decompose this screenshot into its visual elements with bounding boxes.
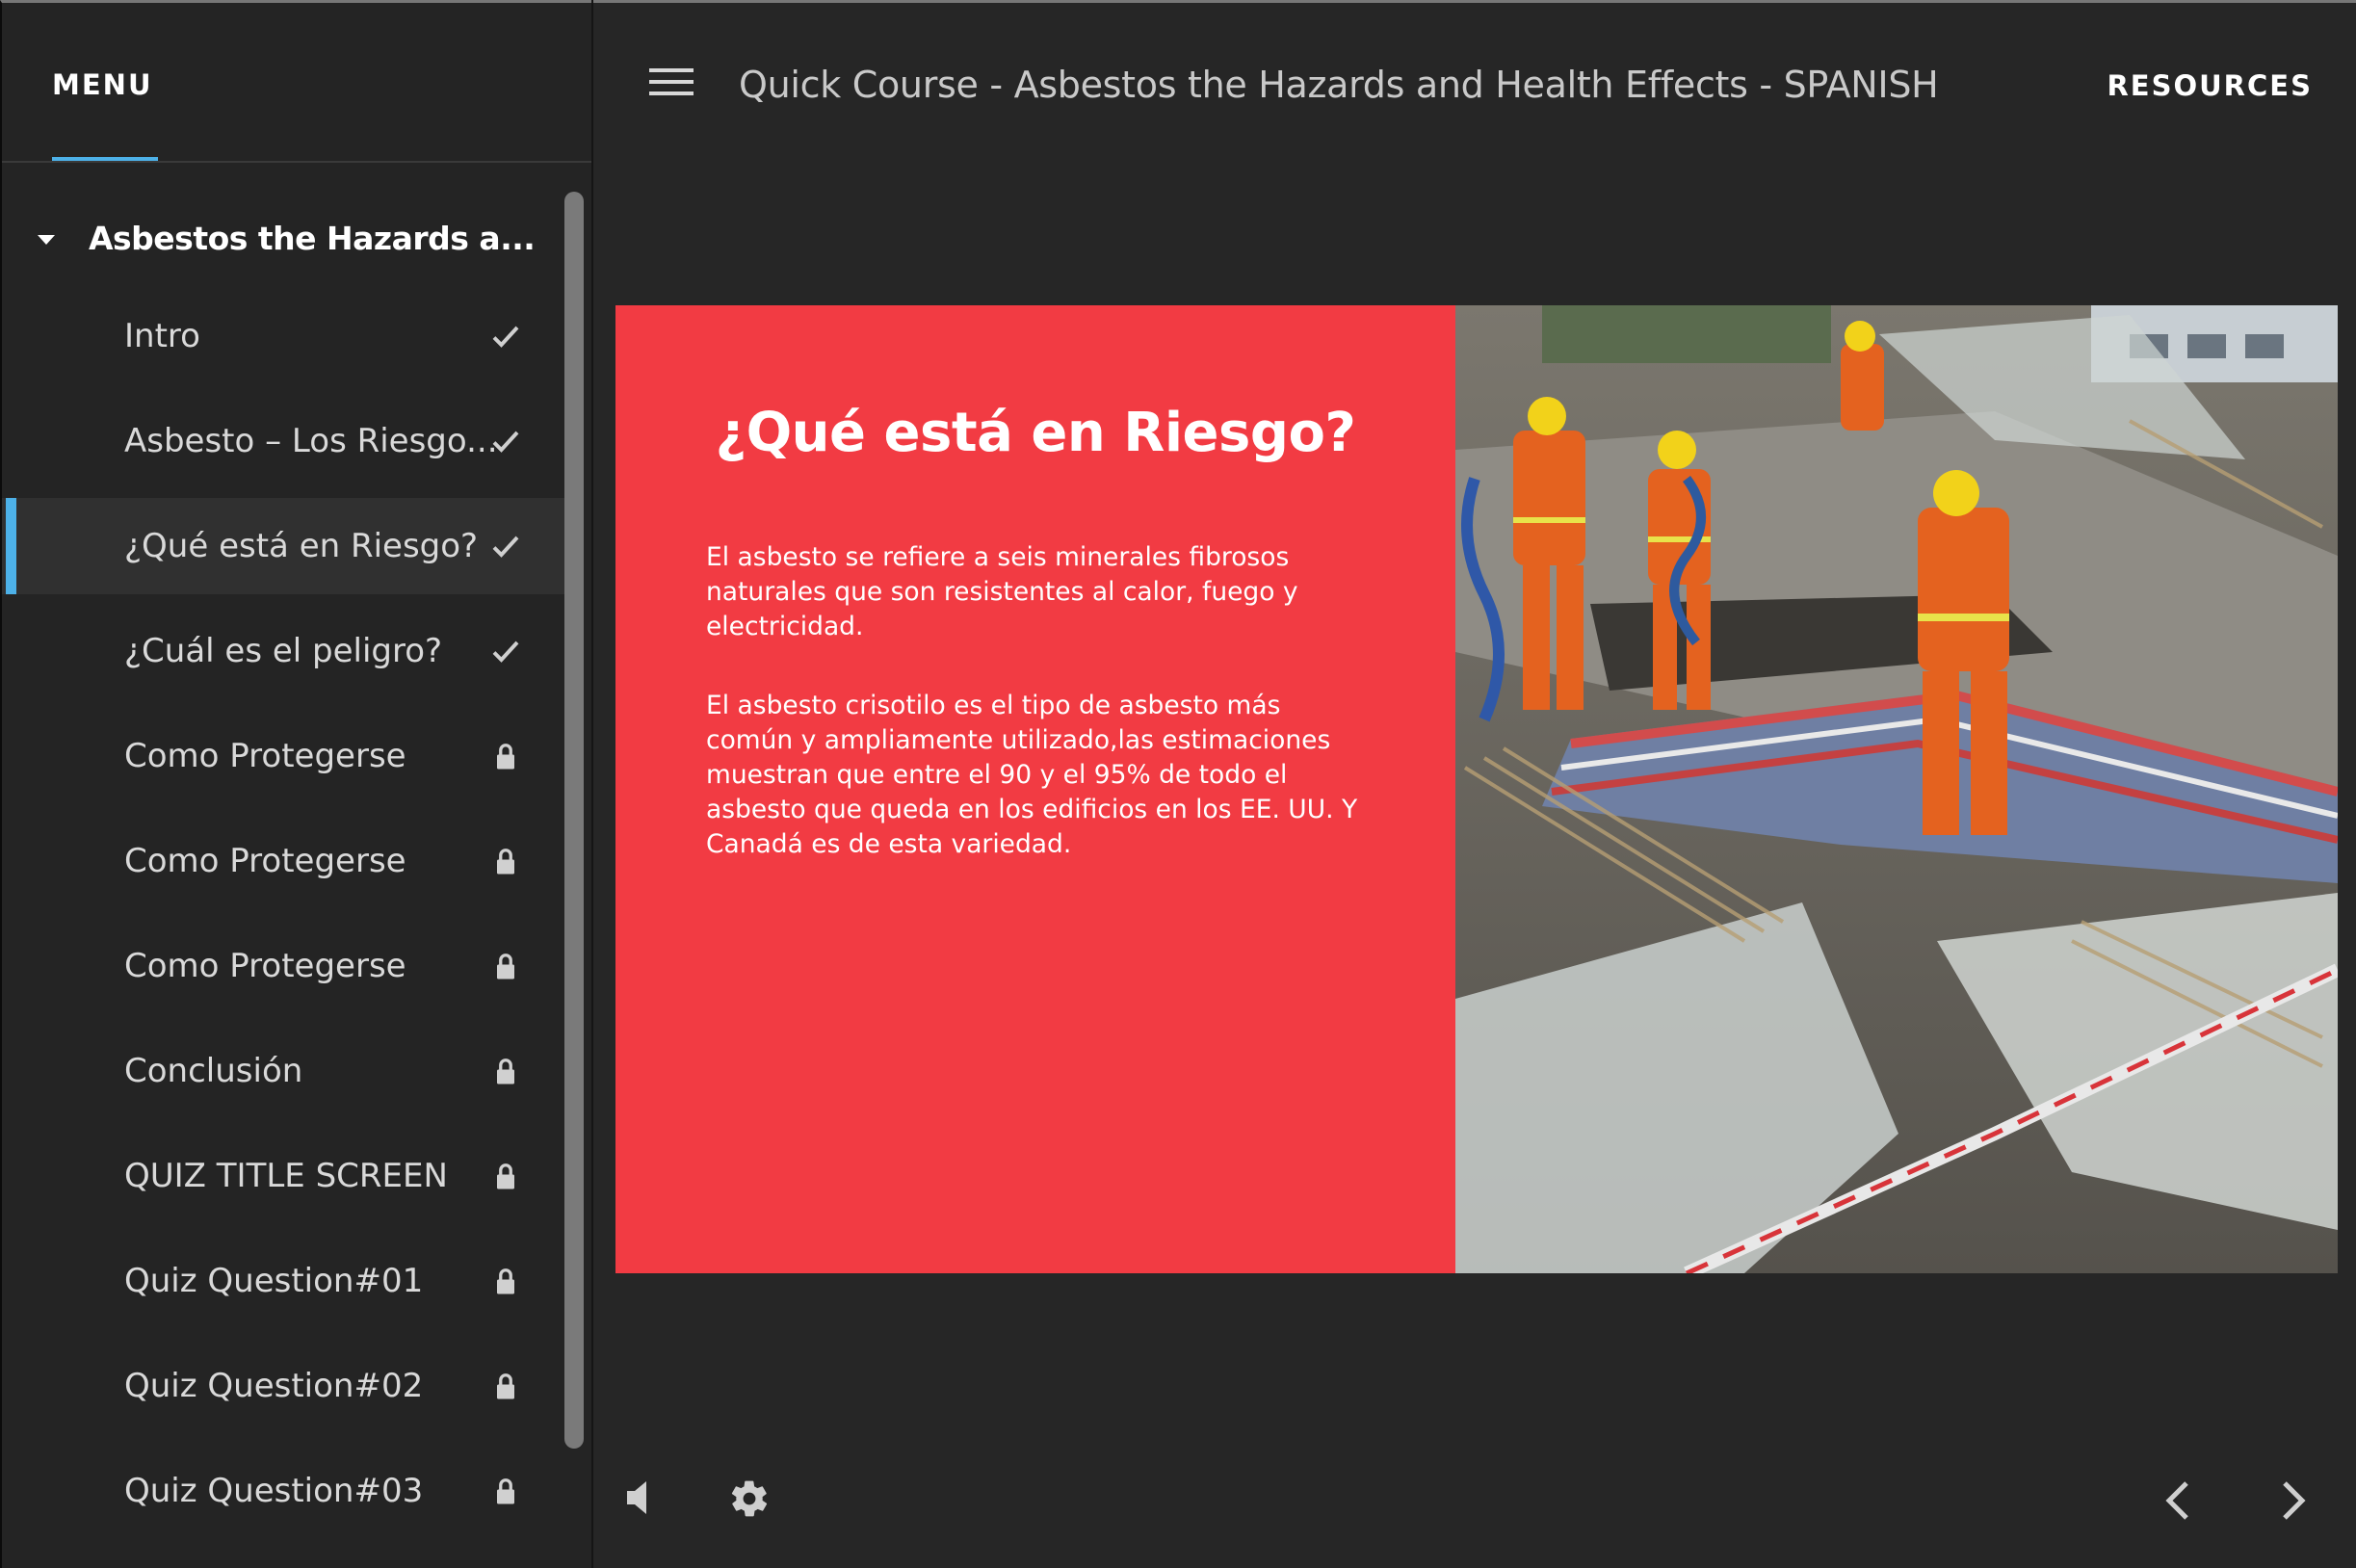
player-controls: [593, 1445, 2356, 1568]
section-title: Asbestos the Hazards a...: [89, 220, 536, 257]
checkmark-icon: [488, 319, 523, 353]
sidebar-divider: [591, 0, 593, 1568]
course-title: Quick Course - Asbestos the Hazards and …: [739, 64, 1939, 106]
menu-tab[interactable]: MENU: [52, 61, 153, 109]
section-toggle[interactable]: Asbestos the Hazards a...: [2, 210, 570, 268]
nav-item[interactable]: Como Protegerse: [2, 813, 565, 909]
nav-item[interactable]: ¿Cuál es el peligro?: [2, 603, 565, 699]
nav-item[interactable]: Quiz Question#03: [2, 1443, 565, 1539]
checkmark-icon: [488, 634, 523, 668]
nav-item[interactable]: Conclusión: [2, 1023, 565, 1119]
lock-icon: [488, 1369, 523, 1403]
slide-heading: ¿Qué está en Riesgo?: [715, 402, 1356, 464]
menu-divider: [2, 161, 592, 163]
slide-text-panel: ¿Qué está en Riesgo? El asbesto se refie…: [615, 305, 1455, 1273]
lock-icon: [488, 1159, 523, 1193]
nav-item[interactable]: ¿Qué está en Riesgo?: [2, 498, 565, 594]
nav-item-label: Como Protegerse: [124, 842, 406, 880]
sidebar-scrollbar[interactable]: [564, 192, 584, 1449]
nav-item-label: Intro: [124, 317, 200, 355]
checkmark-icon: [488, 424, 523, 458]
slide-content: ¿Qué está en Riesgo? El asbesto se refie…: [615, 305, 2338, 1273]
rescue-workers-photo: [1455, 305, 2338, 1273]
nav-item[interactable]: Quiz Question#02: [2, 1338, 565, 1434]
nav-item[interactable]: Quiz Question#01: [2, 1233, 565, 1329]
checkmark-icon: [488, 529, 523, 563]
lock-icon: [488, 1054, 523, 1088]
sidebar-menu: MENU Asbestos the Hazards a... Intro Asbe…: [0, 0, 592, 1568]
nav-item-label: Quiz Question#01: [124, 1262, 424, 1300]
lesson-list: Intro Asbesto – Los Riesgo... ¿Qué está en…: [2, 288, 565, 1548]
nav-item[interactable]: Asbesto – Los Riesgo...: [2, 393, 565, 489]
nav-item-label: ¿Cuál es el peligro?: [124, 632, 443, 670]
nav-item[interactable]: Como Protegerse: [2, 918, 565, 1014]
resources-button[interactable]: RESOURCES: [2107, 66, 2313, 105]
nav-item-label: Asbesto – Los Riesgo...: [124, 422, 498, 460]
slide-paragraph-2: El asbesto crisotilo es el tipo de asbes…: [706, 691, 1358, 859]
volume-icon[interactable]: [627, 1481, 650, 1514]
nav-item[interactable]: QUIZ TITLE SCREEN: [2, 1128, 565, 1224]
nav-item-label: ¿Qué está en Riesgo?: [124, 527, 479, 565]
top-bar: Quick Course - Asbestos the Hazards and …: [593, 0, 2356, 164]
nav-item-label: Quiz Question#03: [124, 1472, 424, 1510]
nav-item[interactable]: Como Protegerse: [2, 708, 565, 804]
nav-item-label: Como Protegerse: [124, 737, 406, 775]
caret-down-icon: [38, 235, 55, 245]
active-indicator: [6, 498, 16, 594]
slide-paragraph-1: El asbesto se refiere a seis minerales f…: [706, 542, 1298, 641]
nav-item-label: Como Protegerse: [124, 947, 406, 985]
lock-icon: [488, 739, 523, 773]
nav-item-label: QUIZ TITLE SCREEN: [124, 1157, 448, 1195]
nav-item-label: Quiz Question#02: [124, 1367, 424, 1405]
lock-icon: [488, 844, 523, 878]
chevron-right-icon[interactable]: [2279, 1479, 2308, 1522]
lock-icon: [488, 1474, 523, 1508]
hamburger-menu-icon[interactable]: [649, 68, 694, 97]
nav-item-label: Conclusión: [124, 1052, 303, 1090]
nav-item[interactable]: Intro: [2, 288, 565, 384]
lock-icon: [488, 949, 523, 983]
chevron-left-icon[interactable]: [2163, 1479, 2192, 1522]
gear-icon[interactable]: [728, 1477, 771, 1520]
lock-icon: [488, 1264, 523, 1298]
